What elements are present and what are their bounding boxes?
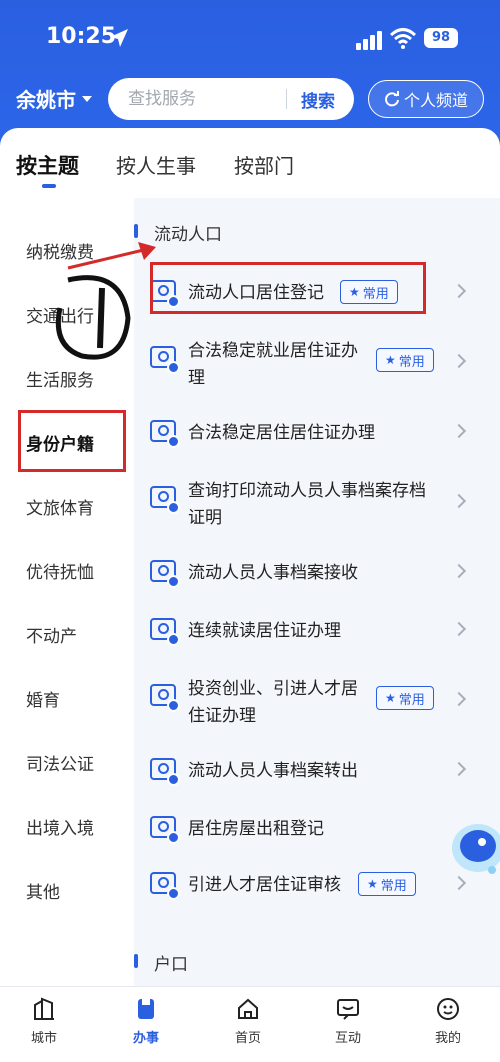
badge-label: 常用 [398, 692, 425, 708]
badge-label: 常用 [398, 354, 425, 370]
chevron-right-icon[interactable] [451, 283, 467, 299]
nav-profile-label: 我的 [434, 1031, 461, 1046]
refresh-icon [385, 91, 399, 107]
service-label: 流动人员人事档案接收 [188, 563, 358, 583]
tab-by-theme[interactable]: 按主题 [16, 150, 79, 180]
content-card: 按主题 按人生事 按部门 纳税缴费 交通出行 生活服务 身份户籍 文旅体育 优待… [0, 128, 500, 986]
document-icon [138, 999, 154, 1019]
id-card-icon [150, 560, 180, 588]
service-item[interactable]: 流动人员人事档案接收 [150, 560, 358, 588]
service-label: 连续就读居住证办理 [188, 621, 341, 641]
sidebar-item-marriage[interactable]: 婚育 [26, 686, 60, 711]
city-icon [34, 997, 54, 1020]
home-icon [238, 998, 258, 1019]
chevron-right-icon[interactable] [451, 493, 467, 509]
star-icon: ★ [367, 877, 378, 891]
main-tabs: 按主题 按人生事 按部门 [0, 128, 500, 198]
tab-by-department[interactable]: 按部门 [234, 150, 294, 179]
nav-services[interactable]: 办事 [106, 997, 186, 1046]
bottom-navigation: 城市 办事 首页 互动 我的 [0, 986, 500, 1062]
location-arrow-icon [110, 29, 128, 47]
personal-channel-label: 个人频道 [403, 91, 468, 110]
service-label: 引进人才居住证审核 [188, 875, 341, 895]
service-list: 流动人口 流动人口居住登记 ★ 常用 合法稳定就业居住证办理 ★ 常用 合法稳定居住… [134, 198, 500, 986]
search-input[interactable] [128, 89, 278, 109]
section-marker [134, 224, 138, 238]
service-label: 流动人员人事档案转出 [188, 761, 358, 781]
service-item[interactable]: 居住房屋出租登记 [150, 816, 324, 844]
wifi-icon [390, 28, 416, 49]
search-bar[interactable]: 搜索 [108, 78, 354, 120]
personal-channel-button[interactable]: 个人频道 [368, 80, 484, 118]
chevron-right-icon[interactable] [451, 423, 467, 439]
sidebar-item-benefits[interactable]: 优待抚恤 [26, 558, 94, 583]
chevron-right-icon[interactable] [451, 691, 467, 707]
nav-profile[interactable]: 我的 [408, 997, 488, 1046]
nav-city-label: 城市 [30, 1031, 57, 1046]
nav-city[interactable]: 城市 [4, 997, 84, 1046]
section-title-household: 户口 [154, 955, 188, 975]
nav-interaction[interactable]: 互动 [308, 997, 388, 1046]
city-name: 余姚市 [16, 88, 76, 112]
id-card-icon [150, 486, 180, 514]
service-label: 合法稳定居住居住证办理 [188, 423, 375, 443]
chevron-right-icon[interactable] [451, 621, 467, 637]
service-label: 投资创业、引进人才居 住证办理 [188, 679, 358, 726]
id-card-icon [150, 420, 180, 448]
annotation-circled-one-icon [55, 275, 131, 360]
service-label: 居住房屋出租登记 [188, 819, 324, 839]
common-badge: ★ 常用 [376, 348, 434, 372]
id-card-icon [150, 684, 180, 712]
sidebar-item-immigration[interactable]: 出境入境 [26, 814, 94, 839]
face-icon [437, 998, 459, 1020]
annotation-box-category [18, 410, 126, 472]
star-icon: ★ [385, 691, 396, 705]
nav-home-label: 首页 [234, 1031, 261, 1046]
common-badge: ★ 常用 [376, 686, 434, 710]
service-item[interactable]: 连续就读居住证办理 [150, 618, 341, 646]
city-selector[interactable]: 余姚市 [16, 84, 92, 113]
star-icon: ★ [385, 353, 396, 367]
service-item[interactable]: 流动人员人事档案转出 [150, 758, 358, 786]
caret-down-icon [82, 95, 92, 102]
sidebar-item-other[interactable]: 其他 [26, 878, 60, 903]
service-item[interactable]: 合法稳定就业居住证办理 [150, 338, 358, 392]
section-marker [134, 954, 138, 968]
tab-by-life-event[interactable]: 按人生事 [116, 150, 196, 179]
id-card-icon [150, 758, 180, 786]
chat-icon [337, 999, 359, 1020]
id-card-icon [150, 872, 180, 900]
sidebar-item-notary[interactable]: 司法公证 [26, 750, 94, 775]
chevron-right-icon[interactable] [451, 875, 467, 891]
status-bar: 10:25 98 [0, 0, 500, 72]
badge-label: 常用 [380, 878, 407, 894]
search-divider [286, 89, 287, 109]
service-label: 合法稳定就业居住证办理 [188, 341, 358, 388]
chevron-right-icon[interactable] [451, 761, 467, 777]
nav-interaction-label: 互动 [334, 1031, 361, 1046]
sidebar-item-life[interactable]: 生活服务 [26, 366, 94, 391]
id-card-icon [150, 346, 180, 374]
nav-home[interactable]: 首页 [208, 997, 288, 1046]
search-button[interactable]: 搜索 [301, 87, 335, 112]
annotation-box-service [150, 262, 426, 314]
sidebar-item-culture[interactable]: 文旅体育 [26, 494, 94, 519]
common-badge: ★ 常用 [358, 872, 416, 896]
service-item[interactable]: 合法稳定居住居住证办理 [150, 420, 375, 448]
service-label: 查询打印流动人员人事档案存档 证明 [188, 481, 426, 528]
battery-indicator: 98 [424, 28, 458, 48]
id-card-icon [150, 618, 180, 646]
service-item[interactable]: 投资创业、引进人才居 住证办理 [150, 676, 358, 730]
chevron-right-icon[interactable] [451, 353, 467, 369]
sidebar-item-real-estate[interactable]: 不动产 [26, 622, 77, 647]
chevron-right-icon[interactable] [451, 563, 467, 579]
assistant-robot-icon[interactable] [448, 810, 500, 878]
status-time: 10:25 [46, 24, 117, 49]
signal-icon [356, 31, 382, 50]
nav-services-label: 办事 [132, 1031, 159, 1046]
service-item[interactable]: 引进人才居住证审核 [150, 872, 341, 900]
id-card-icon [150, 816, 180, 844]
service-item[interactable]: 查询打印流动人员人事档案存档 证明 [150, 478, 426, 532]
tab-indicator [42, 184, 56, 188]
